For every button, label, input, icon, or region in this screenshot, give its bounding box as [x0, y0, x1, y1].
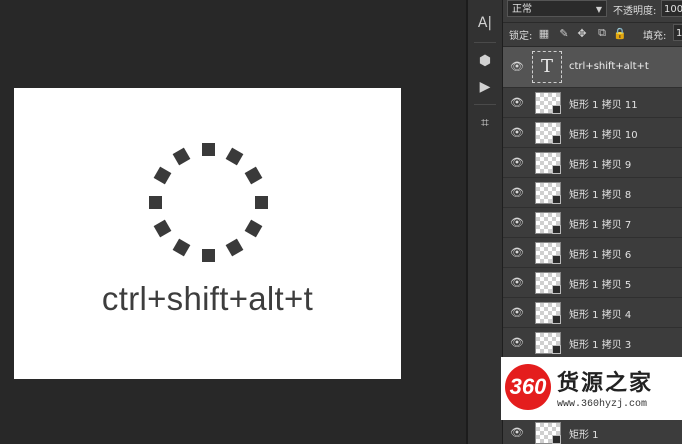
- layer-thumbnail: [535, 182, 561, 204]
- layer-name: 矩形 1 拷贝 3: [569, 340, 632, 351]
- canvas-workspace[interactable]: ctrl+shift+alt+t: [0, 0, 466, 444]
- lock-position-icon[interactable]: ✥: [575, 26, 589, 40]
- canvas-text: ctrl+shift+alt+t: [101, 280, 314, 317]
- shape-layer-badge-icon: [552, 255, 561, 264]
- lock-transparent-pixels-icon[interactable]: ▦: [537, 26, 551, 40]
- blend-mode-value: 正常: [512, 4, 532, 15]
- opacity-label: 不透明度:: [613, 6, 657, 17]
- layer-row[interactable]: 👁 矩形 1 拷贝 4: [503, 298, 682, 328]
- spinner-square: [153, 219, 171, 238]
- crop-icon[interactable]: ⌗: [474, 112, 496, 134]
- spinner-square: [245, 219, 263, 238]
- visibility-eye-icon[interactable]: 👁: [510, 427, 524, 439]
- character-panel-icon[interactable]: A|: [474, 12, 496, 34]
- spinner-square: [148, 195, 162, 209]
- chevron-down-icon: ▼: [595, 5, 602, 14]
- layer-name: 矩形 1 拷贝 5: [569, 280, 632, 291]
- visibility-eye-icon[interactable]: 👁: [510, 217, 524, 229]
- spinner-square: [172, 147, 191, 165]
- layer-name: 矩形 1 拷贝 7: [569, 220, 632, 231]
- layer-name: 矩形 1 拷贝 8: [569, 190, 632, 201]
- layer-row[interactable]: 👁 矩形 1 拷贝 7: [503, 208, 682, 238]
- layer-row[interactable]: 👁 矩形 1 拷贝 10: [503, 118, 682, 148]
- shape-layer-badge-icon: [552, 225, 561, 234]
- lock-artboard-icon[interactable]: ⧉: [595, 26, 609, 40]
- visibility-eye-icon[interactable]: 👁: [510, 127, 524, 139]
- visibility-eye-icon[interactable]: 👁: [510, 307, 524, 319]
- layer-row[interactable]: 👁 矩形 1: [503, 418, 682, 444]
- spinner-square: [225, 147, 244, 165]
- lock-label: 锁定:: [509, 31, 533, 42]
- layer-name: 矩形 1: [569, 430, 599, 441]
- fill-input[interactable]: 100%: [673, 24, 682, 41]
- layer-name: ctrl+shift+alt+t: [569, 61, 649, 72]
- panel-dock-strip: A| ⬢ ▶ ⌗: [468, 0, 503, 444]
- visibility-eye-icon[interactable]: 👁: [510, 61, 524, 73]
- layer-row[interactable]: 👁 矩形 1 拷贝 8: [503, 178, 682, 208]
- dock-separator: [474, 42, 496, 43]
- layer-row[interactable]: 👁 矩形 1 拷贝 11: [503, 88, 682, 118]
- visibility-eye-icon[interactable]: 👁: [510, 337, 524, 349]
- shape-layer-badge-icon: [552, 195, 561, 204]
- layers-blend-bar: 正常 ▼ 不透明度: 100%: [503, 0, 682, 23]
- shape-layer-badge-icon: [552, 135, 561, 144]
- layer-thumbnail: [535, 422, 561, 444]
- layer-row-text[interactable]: 👁 Tctrl+shift+alt+t: [503, 47, 682, 88]
- layer-thumbnail: [535, 302, 561, 324]
- layer-name: 矩形 1 拷贝 4: [569, 310, 632, 321]
- watermark-badge: 360: [505, 364, 551, 410]
- layer-thumbnail: [535, 152, 561, 174]
- shape-layer-badge-icon: [552, 285, 561, 294]
- visibility-eye-icon[interactable]: 👁: [510, 97, 524, 109]
- spinner-square: [254, 195, 268, 209]
- layer-name: 矩形 1 拷贝 11: [569, 100, 638, 111]
- layer-thumbnail: [535, 332, 561, 354]
- layer-row[interactable]: 👁 矩形 1 拷贝 6: [503, 238, 682, 268]
- layer-name: 矩形 1 拷贝 9: [569, 160, 632, 171]
- spinner-square: [245, 166, 263, 185]
- dock-separator: [474, 104, 496, 105]
- document-canvas[interactable]: ctrl+shift+alt+t: [14, 88, 401, 379]
- watermark-url: www.360hyzj.com: [557, 399, 648, 410]
- layer-row[interactable]: 👁 矩形 1 拷贝 3: [503, 328, 682, 358]
- spinner-square: [225, 239, 244, 257]
- spinner-square: [172, 239, 191, 257]
- blend-mode-select[interactable]: 正常 ▼: [507, 0, 607, 17]
- layer-name: 矩形 1 拷贝 10: [569, 130, 638, 141]
- spinner-square: [201, 248, 215, 262]
- layer-thumbnail: [535, 272, 561, 294]
- visibility-eye-icon[interactable]: 👁: [510, 157, 524, 169]
- shape-layer-badge-icon: [552, 345, 561, 354]
- watermark-logo: 360 货源之家 www.360hyzj.com: [501, 357, 682, 420]
- shape-layer-badge-icon: [552, 165, 561, 174]
- 3d-cube-icon[interactable]: ⬢: [474, 50, 496, 72]
- shape-layer-badge-icon: [552, 315, 561, 324]
- lock-bar: 锁定: ▦ ✎ ✥ ⧉ 🔒 填充: 100%: [503, 22, 682, 47]
- shape-layer-badge-icon: [552, 105, 561, 114]
- layer-name: 矩形 1 拷贝 6: [569, 250, 632, 261]
- visibility-eye-icon[interactable]: 👁: [510, 247, 524, 259]
- layer-row[interactable]: 👁 矩形 1 拷贝 9: [503, 148, 682, 178]
- lock-all-icon[interactable]: 🔒: [613, 26, 627, 40]
- layer-thumbnail: [535, 122, 561, 144]
- layer-row[interactable]: 👁 矩形 1 拷贝 5: [503, 268, 682, 298]
- layer-thumbnail: [535, 92, 561, 114]
- layer-thumbnail: [535, 242, 561, 264]
- spinner-square: [153, 166, 171, 185]
- spinner-square: [201, 142, 215, 156]
- visibility-eye-icon[interactable]: 👁: [510, 277, 524, 289]
- visibility-eye-icon[interactable]: 👁: [510, 187, 524, 199]
- text-layer-thumbnail-icon: T: [532, 51, 562, 83]
- fill-label: 填充:: [643, 31, 667, 42]
- opacity-input[interactable]: 100%: [661, 0, 682, 17]
- play-icon[interactable]: ▶: [474, 76, 496, 98]
- watermark-name: 货源之家: [557, 371, 654, 396]
- layer-thumbnail: [535, 212, 561, 234]
- lock-image-pixels-icon[interactable]: ✎: [557, 26, 571, 40]
- shape-layer-badge-icon: [552, 435, 561, 444]
